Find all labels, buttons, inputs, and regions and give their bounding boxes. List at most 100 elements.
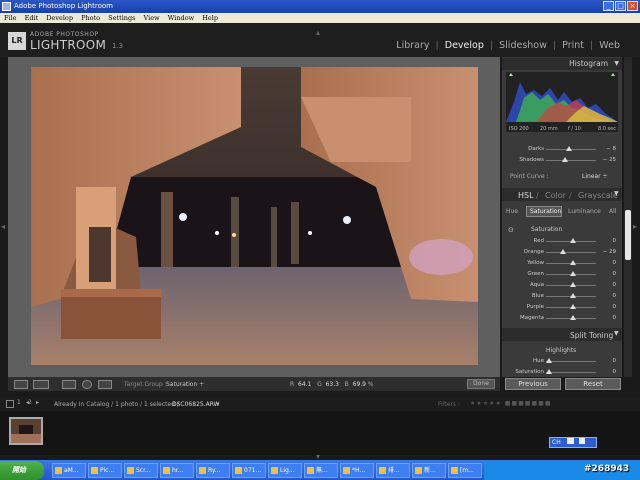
back-arrow-icon[interactable]: ◂ — [26, 399, 29, 406]
split-slider-track[interactable] — [546, 361, 596, 362]
ime-language-bar[interactable]: CH — [549, 437, 597, 448]
ime-help-icon[interactable] — [578, 438, 585, 444]
color-tab[interactable]: Color — [545, 191, 566, 200]
menu-view[interactable]: View — [144, 14, 160, 22]
saturation-slider-knob[interactable] — [570, 238, 576, 243]
saturation-slider-track[interactable] — [546, 252, 596, 253]
before-after-icon[interactable] — [33, 380, 49, 389]
saturation-slider-knob[interactable] — [560, 249, 566, 254]
rgb-readout: R 64.1 G 63.3 B 69.9 % — [290, 381, 374, 388]
menu-help[interactable]: Help — [202, 14, 218, 22]
current-filename[interactable]: DSC06825.ARW — [172, 401, 220, 408]
saturation-slider-knob[interactable] — [570, 315, 576, 320]
saturation-slider-knob[interactable] — [570, 293, 576, 298]
taskbar-task[interactable]: 071... — [232, 463, 266, 478]
saturation-row-aqua[interactable]: Aqua 0 — [502, 280, 622, 290]
grid-view-icon[interactable] — [6, 400, 14, 408]
target-group-select[interactable]: Saturation ÷ — [166, 381, 204, 388]
collapse-triangle-icon[interactable]: ▼ — [614, 58, 619, 70]
split-slider-knob[interactable] — [546, 358, 552, 363]
menu-window[interactable]: Window — [168, 14, 194, 22]
taskbar-task[interactable]: *H... — [340, 463, 374, 478]
hsl-tab[interactable]: HSL — [518, 191, 534, 200]
module-web[interactable]: Web — [599, 40, 620, 51]
saturation-slider-knob[interactable] — [570, 260, 576, 265]
taskbar-task[interactable]: Pic... — [88, 463, 122, 478]
photo-preview[interactable] — [31, 67, 478, 365]
taskbar-task[interactable]: 排... — [376, 463, 410, 478]
shadows-slider-knob[interactable] — [562, 157, 568, 162]
split-slider-track[interactable] — [546, 372, 596, 373]
taskbar-task[interactable]: 新... — [412, 463, 446, 478]
darks-slider-knob[interactable] — [566, 146, 572, 151]
menu-develop[interactable]: Develop — [46, 14, 73, 22]
taskbar-task[interactable]: Lig... — [268, 463, 302, 478]
module-print[interactable]: Print — [562, 40, 584, 51]
saturation-row-yellow[interactable]: Yellow 0 — [502, 258, 622, 268]
start-button[interactable]: 開始 — [0, 461, 44, 480]
loupe-view-icon[interactable] — [14, 380, 28, 389]
menu-settings[interactable]: Settings — [108, 14, 135, 22]
tone-shadows-row[interactable]: Shadows − 25 — [502, 155, 622, 165]
filmstrip-thumbnail[interactable] — [9, 417, 43, 445]
taskbar-task[interactable]: hr... — [160, 463, 194, 478]
split-toning-collapse-icon[interactable]: ▼ — [614, 330, 619, 337]
saturation-row-magenta[interactable]: Magenta 0 — [502, 313, 622, 323]
subtab-luminance[interactable]: Luminance — [568, 208, 601, 215]
forward-arrow-icon[interactable]: ▸ — [36, 399, 39, 406]
module-slideshow[interactable]: Slideshow — [499, 40, 547, 51]
panel-scrollbar-thumb[interactable] — [625, 210, 631, 260]
histogram-panel-header[interactable]: Histogram ▼ — [502, 58, 622, 70]
saturation-row-green[interactable]: Green 0 — [502, 269, 622, 279]
right-panel-toggle-icon[interactable]: ▸ — [633, 222, 637, 231]
tone-darks-row[interactable]: Darks − 8 — [502, 144, 622, 154]
filmstrip-bar: 1 2 ◂ ▸ Already In Catalog / 1 photo / 1… — [0, 397, 640, 411]
point-curve-select[interactable]: Linear ÷ — [582, 173, 608, 180]
menu-photo[interactable]: Photo — [81, 14, 100, 22]
grayscale-tab[interactable]: Grayscale — [578, 191, 618, 200]
taskbar-task[interactable]: Ry... — [196, 463, 230, 478]
saturation-slider-knob[interactable] — [570, 282, 576, 287]
split-row-saturation[interactable]: Saturation 0 — [502, 367, 622, 377]
top-panel-toggle-icon[interactable]: ▴ — [316, 28, 320, 37]
rating-filter-stars-icon[interactable]: ★★★★★ ■■■■■■■ — [470, 400, 551, 407]
split-row-hue[interactable]: Hue 0 — [502, 356, 622, 366]
saturation-slider-knob[interactable] — [570, 304, 576, 309]
saturation-slider-knob[interactable] — [570, 271, 576, 276]
maximize-button[interactable]: □ — [615, 1, 626, 11]
module-library[interactable]: Library — [396, 40, 429, 51]
hsl-collapse-triangle-icon[interactable]: ▼ — [614, 190, 619, 197]
taskbar-task[interactable]: [m... — [448, 463, 482, 478]
saturation-row-orange[interactable]: Orange − 29 — [502, 247, 622, 257]
taskbar-task[interactable]: Scr... — [124, 463, 158, 478]
close-button[interactable]: × — [627, 1, 638, 11]
page-one[interactable]: 1 — [17, 399, 21, 406]
subtab-saturation[interactable]: Saturation — [530, 208, 561, 215]
minimize-button[interactable]: _ — [603, 1, 614, 11]
subtab-hue[interactable]: Hue — [506, 208, 518, 215]
crop-icon[interactable] — [62, 380, 76, 389]
left-panel-toggle-icon[interactable]: ◂ — [1, 222, 5, 231]
split-slider-knob[interactable] — [546, 369, 552, 374]
taskbar-task[interactable]: 無... — [304, 463, 338, 478]
saturation-row-red[interactable]: Red 0 — [502, 236, 622, 246]
menu-edit[interactable]: Edit — [25, 14, 39, 22]
histogram: ISO 200 20 mm f / 10 8.0 sec — [506, 72, 618, 132]
filename-dropdown-icon[interactable]: ▾ — [216, 401, 219, 408]
red-eye-icon[interactable] — [98, 380, 112, 389]
subtab-all[interactable]: All — [609, 208, 616, 215]
ime-keyboard-icon[interactable] — [566, 438, 574, 444]
brand-top: ADOBE PHOTOSHOP — [30, 31, 99, 38]
menu-bar: File Edit Develop Photo Settings View Wi… — [0, 13, 640, 23]
reset-button[interactable]: Reset — [565, 378, 621, 390]
menu-file[interactable]: File — [4, 14, 17, 22]
saturation-row-blue[interactable]: Blue 0 — [502, 291, 622, 301]
spot-removal-icon[interactable] — [82, 380, 92, 389]
taskbar-task[interactable]: aM... — [52, 463, 86, 478]
saturation-row-purple[interactable]: Purple 0 — [502, 302, 622, 312]
shadows-slider-track[interactable] — [546, 160, 596, 161]
module-develop[interactable]: Develop — [445, 40, 484, 51]
done-button[interactable]: Done — [467, 379, 495, 389]
target-adjust-icon[interactable]: ⊙ — [508, 226, 514, 234]
previous-button[interactable]: Previous — [505, 378, 561, 390]
